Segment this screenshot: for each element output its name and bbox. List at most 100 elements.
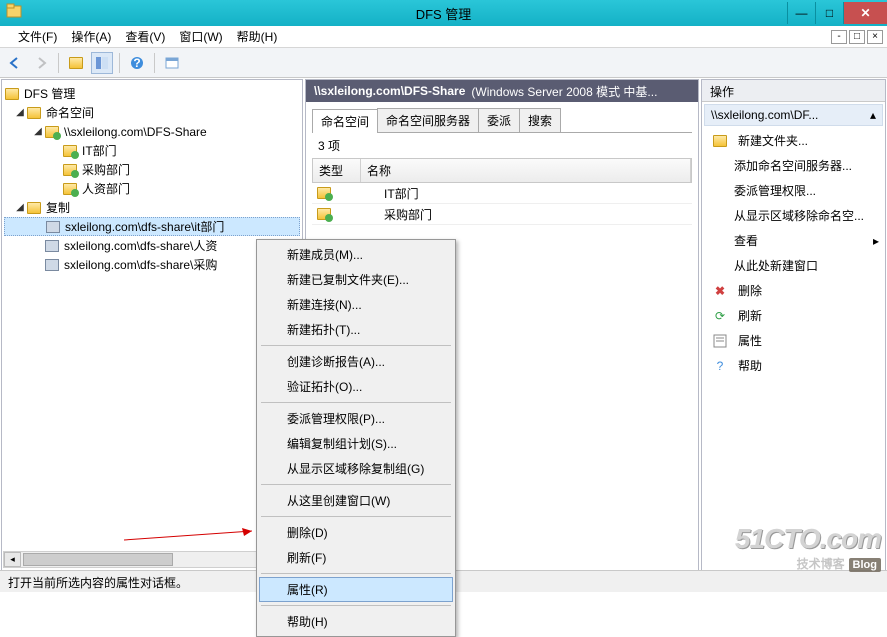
new-folder-icon (712, 133, 728, 149)
repgroup-icon (44, 238, 60, 254)
expand-icon[interactable]: ◢ (14, 202, 26, 213)
up-button[interactable] (65, 52, 87, 74)
tree-ns-child[interactable]: 人资部门 (4, 179, 300, 198)
folder-icon (62, 181, 78, 197)
view-button[interactable] (161, 52, 183, 74)
tree-nspath[interactable]: ◢ \\sxleilong.com\DFS-Share (4, 122, 300, 141)
help-icon: ? (712, 358, 728, 374)
show-hide-tree-button[interactable] (91, 52, 113, 74)
action-help[interactable]: ?帮助 (702, 353, 885, 378)
item-count: 3 项 (312, 133, 692, 158)
expand-icon[interactable]: ◢ (32, 126, 44, 137)
dfs-icon (4, 86, 20, 102)
action-delegate[interactable]: 委派管理权限... (702, 178, 885, 203)
chevron-right-icon: ▸ (873, 234, 879, 248)
minimize-button[interactable]: — (787, 2, 815, 24)
tree-root-label: DFS 管理 (24, 85, 75, 102)
tree-namespace-label: 命名空间 (46, 104, 94, 121)
tree-replication-label: 复制 (46, 199, 70, 216)
ctx-new-rep-folder[interactable]: 新建已复制文件夹(E)... (259, 267, 453, 292)
expand-icon[interactable]: ◢ (14, 107, 26, 118)
app-icon (6, 3, 26, 23)
menu-window[interactable]: 窗口(W) (179, 28, 222, 45)
folder-icon (62, 162, 78, 178)
action-remove-from-display[interactable]: 从显示区域移除命名空... (702, 203, 885, 228)
tree-root[interactable]: DFS 管理 (4, 84, 300, 103)
tree-replication[interactable]: ◢ 复制 (4, 198, 300, 217)
ctx-edit-schedule[interactable]: 编辑复制组计划(S)... (259, 431, 453, 456)
grid-row[interactable]: 采购部门 (312, 204, 692, 225)
grid-row[interactable]: IT部门 (312, 183, 692, 204)
detail-subtitle: (Windows Server 2008 模式 中基... (471, 83, 657, 100)
tab-search[interactable]: 搜索 (519, 108, 561, 132)
action-new-window[interactable]: 从此处新建窗口 (702, 253, 885, 278)
tab-ns-servers[interactable]: 命名空间服务器 (377, 108, 479, 132)
tree-ns-child[interactable]: IT部门 (4, 141, 300, 160)
close-button[interactable]: ✕ (843, 2, 887, 24)
mdi-minimize-button[interactable]: - (831, 30, 847, 44)
context-menu: 新建成员(M)... 新建已复制文件夹(E)... 新建连接(N)... 新建拓… (256, 239, 456, 637)
tree-ns-child[interactable]: 采购部门 (4, 160, 300, 179)
detail-header: \\sxleilong.com\DFS-Share (Windows Serve… (306, 80, 698, 102)
mdi-restore-button[interactable]: □ (849, 30, 865, 44)
action-add-ns-server[interactable]: 添加命名空间服务器... (702, 153, 885, 178)
folder-icon (316, 185, 332, 201)
tree-nspath-label: \\sxleilong.com\DFS-Share (64, 125, 207, 139)
action-view[interactable]: 查看▸ (702, 228, 885, 253)
repgroup-icon (45, 219, 61, 235)
action-delete[interactable]: ✖删除 (702, 278, 885, 303)
actions-header: 操作 (702, 80, 885, 102)
folder-icon (316, 206, 332, 222)
menubar: 文件(F) 操作(A) 查看(V) 窗口(W) 帮助(H) - □ × (0, 26, 887, 48)
mdi-close-button[interactable]: × (867, 30, 883, 44)
tree-rep-child-selected[interactable]: sxleilong.com\dfs-share\it部门 (4, 217, 300, 236)
scroll-thumb[interactable] (23, 553, 173, 566)
ctx-delete[interactable]: 删除(D) (259, 520, 453, 545)
menu-view[interactable]: 查看(V) (125, 28, 165, 45)
ctx-new-connection[interactable]: 新建连接(N)... (259, 292, 453, 317)
ctx-refresh[interactable]: 刷新(F) (259, 545, 453, 570)
col-name[interactable]: 名称 (361, 159, 691, 182)
properties-icon (712, 333, 728, 349)
ctx-new-member[interactable]: 新建成员(M)... (259, 242, 453, 267)
ctx-new-window[interactable]: 从这里创建窗口(W) (259, 488, 453, 513)
back-button[interactable] (4, 52, 26, 74)
ctx-properties[interactable]: 属性(R) (259, 577, 453, 602)
repgroup-icon (44, 257, 60, 273)
scroll-left-button[interactable]: ◂ (4, 552, 21, 567)
refresh-icon: ⟳ (712, 308, 728, 324)
chevron-up-icon: ▴ (870, 108, 876, 122)
ctx-verify-topology[interactable]: 验证拓扑(O)... (259, 374, 453, 399)
menu-help[interactable]: 帮助(H) (237, 28, 278, 45)
ctx-new-topology[interactable]: 新建拓扑(T)... (259, 317, 453, 342)
ctx-diag-report[interactable]: 创建诊断报告(A)... (259, 349, 453, 374)
ctx-remove-group[interactable]: 从显示区域移除复制组(G) (259, 456, 453, 481)
help-button[interactable]: ? (126, 52, 148, 74)
menu-file[interactable]: 文件(F) (18, 28, 57, 45)
grid-header: 类型 名称 (312, 158, 692, 183)
col-type[interactable]: 类型 (313, 159, 361, 182)
action-new-folder[interactable]: 新建文件夹... (702, 128, 885, 153)
toolbar: ? (0, 48, 887, 78)
action-refresh[interactable]: ⟳刷新 (702, 303, 885, 328)
menu-action[interactable]: 操作(A) (71, 28, 111, 45)
detail-tabs: 命名空间 命名空间服务器 委派 搜索 (312, 108, 692, 133)
ctx-delegate[interactable]: 委派管理权限(P)... (259, 406, 453, 431)
detail-path: \\sxleilong.com\DFS-Share (314, 84, 465, 98)
actions-group-title[interactable]: \\sxleilong.com\DF... ▴ (704, 104, 883, 126)
tab-delegation[interactable]: 委派 (478, 108, 520, 132)
action-properties[interactable]: 属性 (702, 328, 885, 353)
forward-button[interactable] (30, 52, 52, 74)
share-icon (44, 124, 60, 140)
window-title: DFS 管理 (416, 4, 472, 23)
titlebar: DFS 管理 — □ ✕ (0, 0, 887, 26)
namespace-icon (26, 105, 42, 121)
tree-namespace[interactable]: ◢ 命名空间 (4, 103, 300, 122)
svg-text:?: ? (133, 56, 140, 70)
replication-icon (26, 200, 42, 216)
maximize-button[interactable]: □ (815, 2, 843, 24)
ctx-help[interactable]: 帮助(H) (259, 609, 453, 634)
tab-namespace[interactable]: 命名空间 (312, 109, 378, 133)
folder-icon (62, 143, 78, 159)
delete-icon: ✖ (712, 283, 728, 299)
